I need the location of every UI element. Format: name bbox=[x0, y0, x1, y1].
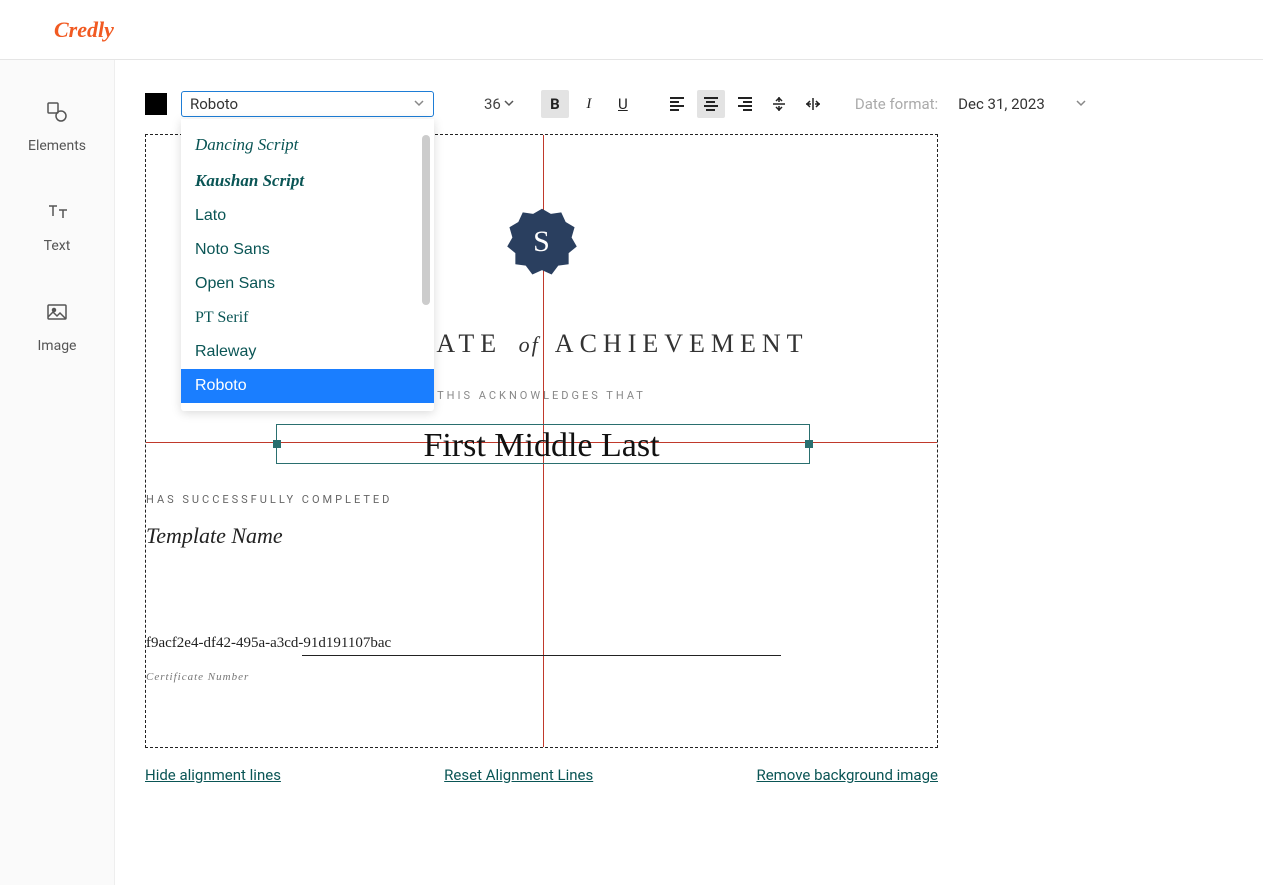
certificate-number-label: Certificate Number bbox=[146, 671, 937, 683]
elements-icon bbox=[45, 100, 69, 128]
chevron-down-icon bbox=[413, 95, 425, 113]
font-option-roboto[interactable]: Roboto bbox=[181, 369, 434, 403]
halign-center-button[interactable] bbox=[799, 90, 827, 118]
main: Elements Text Image Roboto bbox=[0, 60, 1263, 885]
font-option-lato[interactable]: Lato bbox=[181, 199, 434, 233]
font-size-select[interactable]: 36 bbox=[484, 95, 515, 113]
align-right-icon bbox=[738, 97, 752, 111]
sidebar-item-label: Elements bbox=[28, 138, 86, 154]
dropdown-scrollbar[interactable] bbox=[422, 135, 430, 305]
underline-button[interactable]: U bbox=[609, 90, 637, 118]
template-name-field[interactable]: Template Name bbox=[146, 523, 937, 549]
bold-button[interactable]: B bbox=[541, 90, 569, 118]
hide-alignment-link[interactable]: Hide alignment lines bbox=[145, 766, 281, 784]
sidebar-item-elements[interactable]: Elements bbox=[28, 100, 86, 154]
sidebar-item-text[interactable]: Text bbox=[44, 200, 71, 254]
font-select-wrap: Roboto Dancing Script Kaushan Script Lat… bbox=[181, 91, 434, 117]
style-group: B I U bbox=[541, 90, 637, 118]
certificate-number-line bbox=[302, 655, 781, 656]
sidebar-item-image[interactable]: Image bbox=[38, 300, 77, 354]
recipient-name-field[interactable]: First Middle Last bbox=[146, 427, 937, 465]
color-picker[interactable] bbox=[145, 93, 167, 115]
italic-button[interactable]: I bbox=[575, 90, 603, 118]
date-format-select[interactable]: Dec 31, 2023 bbox=[958, 95, 1087, 113]
align-center-icon bbox=[704, 97, 718, 111]
font-option-open-sans[interactable]: Open Sans bbox=[181, 267, 434, 301]
date-format-label: Date format: bbox=[855, 95, 938, 113]
logo: Credly bbox=[54, 17, 114, 43]
bottom-links: Hide alignment lines Reset Alignment Lin… bbox=[145, 766, 938, 784]
font-option-raleway[interactable]: Raleway bbox=[181, 335, 434, 369]
app-header: Credly bbox=[0, 0, 1263, 60]
image-icon bbox=[45, 300, 69, 328]
text-icon bbox=[45, 200, 69, 228]
align-center-button[interactable] bbox=[697, 90, 725, 118]
font-option-dancing-script[interactable]: Dancing Script bbox=[181, 127, 434, 163]
badge-letter: S bbox=[533, 225, 550, 259]
badge: S bbox=[505, 205, 579, 279]
valign-center-button[interactable] bbox=[765, 90, 793, 118]
align-left-button[interactable] bbox=[663, 90, 691, 118]
toolbar: Roboto Dancing Script Kaushan Script Lat… bbox=[145, 84, 1233, 124]
font-option-noto-sans[interactable]: Noto Sans bbox=[181, 233, 434, 267]
editor: Roboto Dancing Script Kaushan Script Lat… bbox=[115, 60, 1263, 885]
align-right-button[interactable] bbox=[731, 90, 759, 118]
valign-center-icon bbox=[771, 96, 787, 112]
chevron-down-icon bbox=[1075, 95, 1087, 113]
reset-alignment-link[interactable]: Reset Alignment Lines bbox=[444, 766, 593, 784]
title-of: of bbox=[519, 332, 540, 357]
font-dropdown: Dancing Script Kaushan Script Lato Noto … bbox=[181, 119, 434, 411]
halign-center-icon bbox=[805, 96, 821, 112]
chevron-down-icon bbox=[503, 95, 515, 113]
date-format-value: Dec 31, 2023 bbox=[958, 95, 1045, 113]
completed-text: HAS SUCCESSFULLY COMPLETED bbox=[146, 493, 937, 506]
sidebar: Elements Text Image bbox=[0, 60, 115, 885]
sidebar-item-label: Text bbox=[44, 238, 71, 254]
align-left-icon bbox=[670, 97, 684, 111]
font-option-pt-serif[interactable]: PT Serif bbox=[181, 301, 434, 335]
remove-background-link[interactable]: Remove background image bbox=[756, 766, 938, 784]
font-size-value: 36 bbox=[484, 95, 501, 113]
align-group bbox=[663, 90, 827, 118]
font-select[interactable]: Roboto bbox=[181, 91, 434, 117]
font-select-value: Roboto bbox=[190, 95, 238, 113]
font-option-kaushan-script[interactable]: Kaushan Script bbox=[181, 163, 434, 199]
title-post: ACHIEVEMENT bbox=[555, 329, 809, 358]
sidebar-item-label: Image bbox=[38, 338, 77, 354]
certificate-number: f9acf2e4-df42-495a-a3cd-91d191107bac bbox=[146, 635, 937, 652]
